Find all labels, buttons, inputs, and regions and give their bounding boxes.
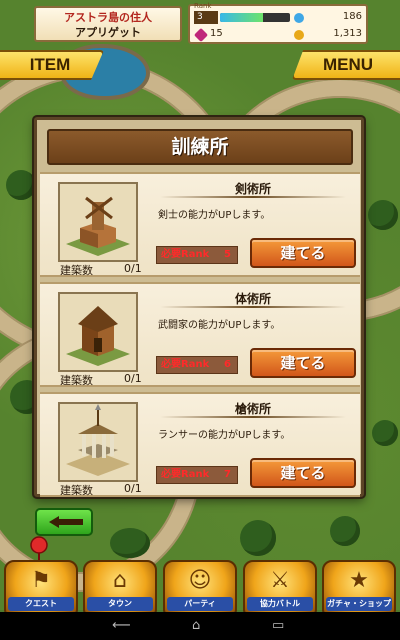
required-rank-value: 5 — [224, 249, 231, 260]
exp-bar-fill — [220, 13, 264, 22]
facility-description: ランサーの能力がUPします。 — [158, 430, 291, 441]
required-rank-label: 必要Rank — [161, 249, 210, 260]
map-tree — [330, 516, 360, 546]
nav-coop-battle[interactable]: ⚔ 協力バトル — [243, 560, 317, 616]
nav-party[interactable]: ☺ パーティ — [163, 560, 237, 616]
nav-label: タウン — [87, 597, 153, 611]
required-rank: 必要Rank 7 — [156, 466, 238, 484]
menu-button[interactable]: MENU — [292, 50, 400, 80]
facility-description: 剣士の能力がUPします。 — [158, 210, 271, 221]
island-title: アストラ島の住人 — [64, 11, 152, 24]
island-name-plate: アストラ島の住人 アプリゲット — [34, 6, 182, 42]
nav-label: クエスト — [8, 597, 74, 611]
nav-town[interactable]: ⌂ タウン — [83, 560, 157, 616]
build-button[interactable]: 建てる — [250, 348, 356, 378]
build-count-label: 建築数 — [60, 264, 93, 277]
facility-card-spearmanship: 建築数 0/1 槍術所 ランサーの能力がUPします。 必要Rank 7 建てる — [40, 392, 360, 497]
rank-tag: Rank — [194, 2, 212, 10]
required-rank-label: 必要Rank — [161, 359, 210, 370]
party-icon: ☺ — [188, 568, 212, 593]
nav-quest[interactable]: ⚑ クエスト — [4, 560, 78, 616]
facility-card-martial-arts: 建築数 0/1 体術所 武闘家の能力がUPします。 必要Rank 6 建てる — [40, 282, 360, 387]
system-home-icon[interactable]: ⌂ — [192, 618, 200, 633]
facility-name: 剣術所 — [234, 182, 271, 196]
nav-label: 協力バトル — [247, 597, 313, 611]
martial-arts-building-image — [58, 292, 138, 372]
map-tree — [240, 520, 276, 556]
system-navigation-bar: ⟵ ⌂ ▭ — [0, 612, 400, 640]
gem-icon — [193, 27, 209, 43]
town-icon: ⌂ — [113, 568, 127, 593]
build-count: 0/1 — [124, 372, 142, 385]
bottom-nav: ⚑ クエスト ⌂ タウン ☺ パーティ ⚔ 協力バトル ★ ガチャ・ショップ — [0, 560, 400, 616]
map-tree — [110, 528, 150, 558]
divider — [160, 306, 346, 308]
back-button[interactable] — [35, 508, 93, 536]
spearmanship-building-image — [58, 402, 138, 482]
build-button[interactable]: 建てる — [250, 458, 356, 488]
build-count: 0/1 — [124, 262, 142, 275]
system-recents-icon[interactable]: ▭ — [272, 618, 284, 633]
gem-count: 15 — [210, 28, 223, 39]
gacha-shop-icon: ★ — [349, 568, 369, 593]
exp-bar — [220, 13, 290, 22]
required-rank-value: 6 — [224, 359, 231, 370]
player-status-panel: Rank 3 186 15 1,313 — [188, 2, 368, 44]
player-name: アプリゲット — [75, 26, 141, 39]
facility-name: 槍術所 — [234, 402, 271, 416]
divider — [160, 416, 346, 418]
quest-icon: ⚑ — [31, 568, 51, 593]
facility-card-swordsmanship: 建築数 0/1 剣術所 剣士の能力がUPします。 必要Rank 5 建てる — [40, 172, 360, 277]
rank-value: 3 — [194, 11, 218, 24]
divider — [160, 196, 346, 198]
coin-icon — [294, 30, 304, 40]
training-facility-dialog: 訓練所 建築数 0/1 剣術所 剣士の能力がUPします。 必要Rank 5 建て… — [34, 117, 364, 497]
coop-battle-icon: ⚔ — [270, 568, 290, 593]
required-rank-label: 必要Rank — [161, 469, 210, 480]
coin-count: 1,313 — [333, 28, 362, 39]
facility-description: 武闘家の能力がUPします。 — [158, 320, 281, 331]
build-count: 0/1 — [124, 482, 142, 495]
required-rank: 必要Rank 6 — [156, 356, 238, 374]
build-count-label: 建築数 — [60, 374, 93, 387]
build-count-label: 建築数 — [60, 484, 93, 497]
facility-name: 体術所 — [234, 292, 271, 306]
water-drop-icon — [294, 13, 304, 23]
dialog-title: 訓練所 — [47, 129, 353, 165]
nav-label: ガチャ・ショップ — [326, 597, 392, 611]
nav-label: パーティ — [167, 597, 233, 611]
build-button[interactable]: 建てる — [250, 238, 356, 268]
system-back-icon[interactable]: ⟵ — [112, 618, 131, 633]
swordsmanship-building-image — [58, 182, 138, 262]
required-rank: 必要Rank 5 — [156, 246, 238, 264]
rank-row: 3 186 — [194, 11, 364, 24]
map-tree — [6, 170, 36, 200]
item-button[interactable]: ITEM — [0, 50, 104, 80]
required-rank-value: 7 — [224, 469, 231, 480]
map-tree — [368, 200, 398, 230]
stat-value: 186 — [342, 11, 362, 22]
nav-gacha-shop[interactable]: ★ ガチャ・ショップ — [322, 560, 396, 616]
map-tree — [372, 420, 398, 446]
back-arrow-icon — [49, 516, 83, 528]
